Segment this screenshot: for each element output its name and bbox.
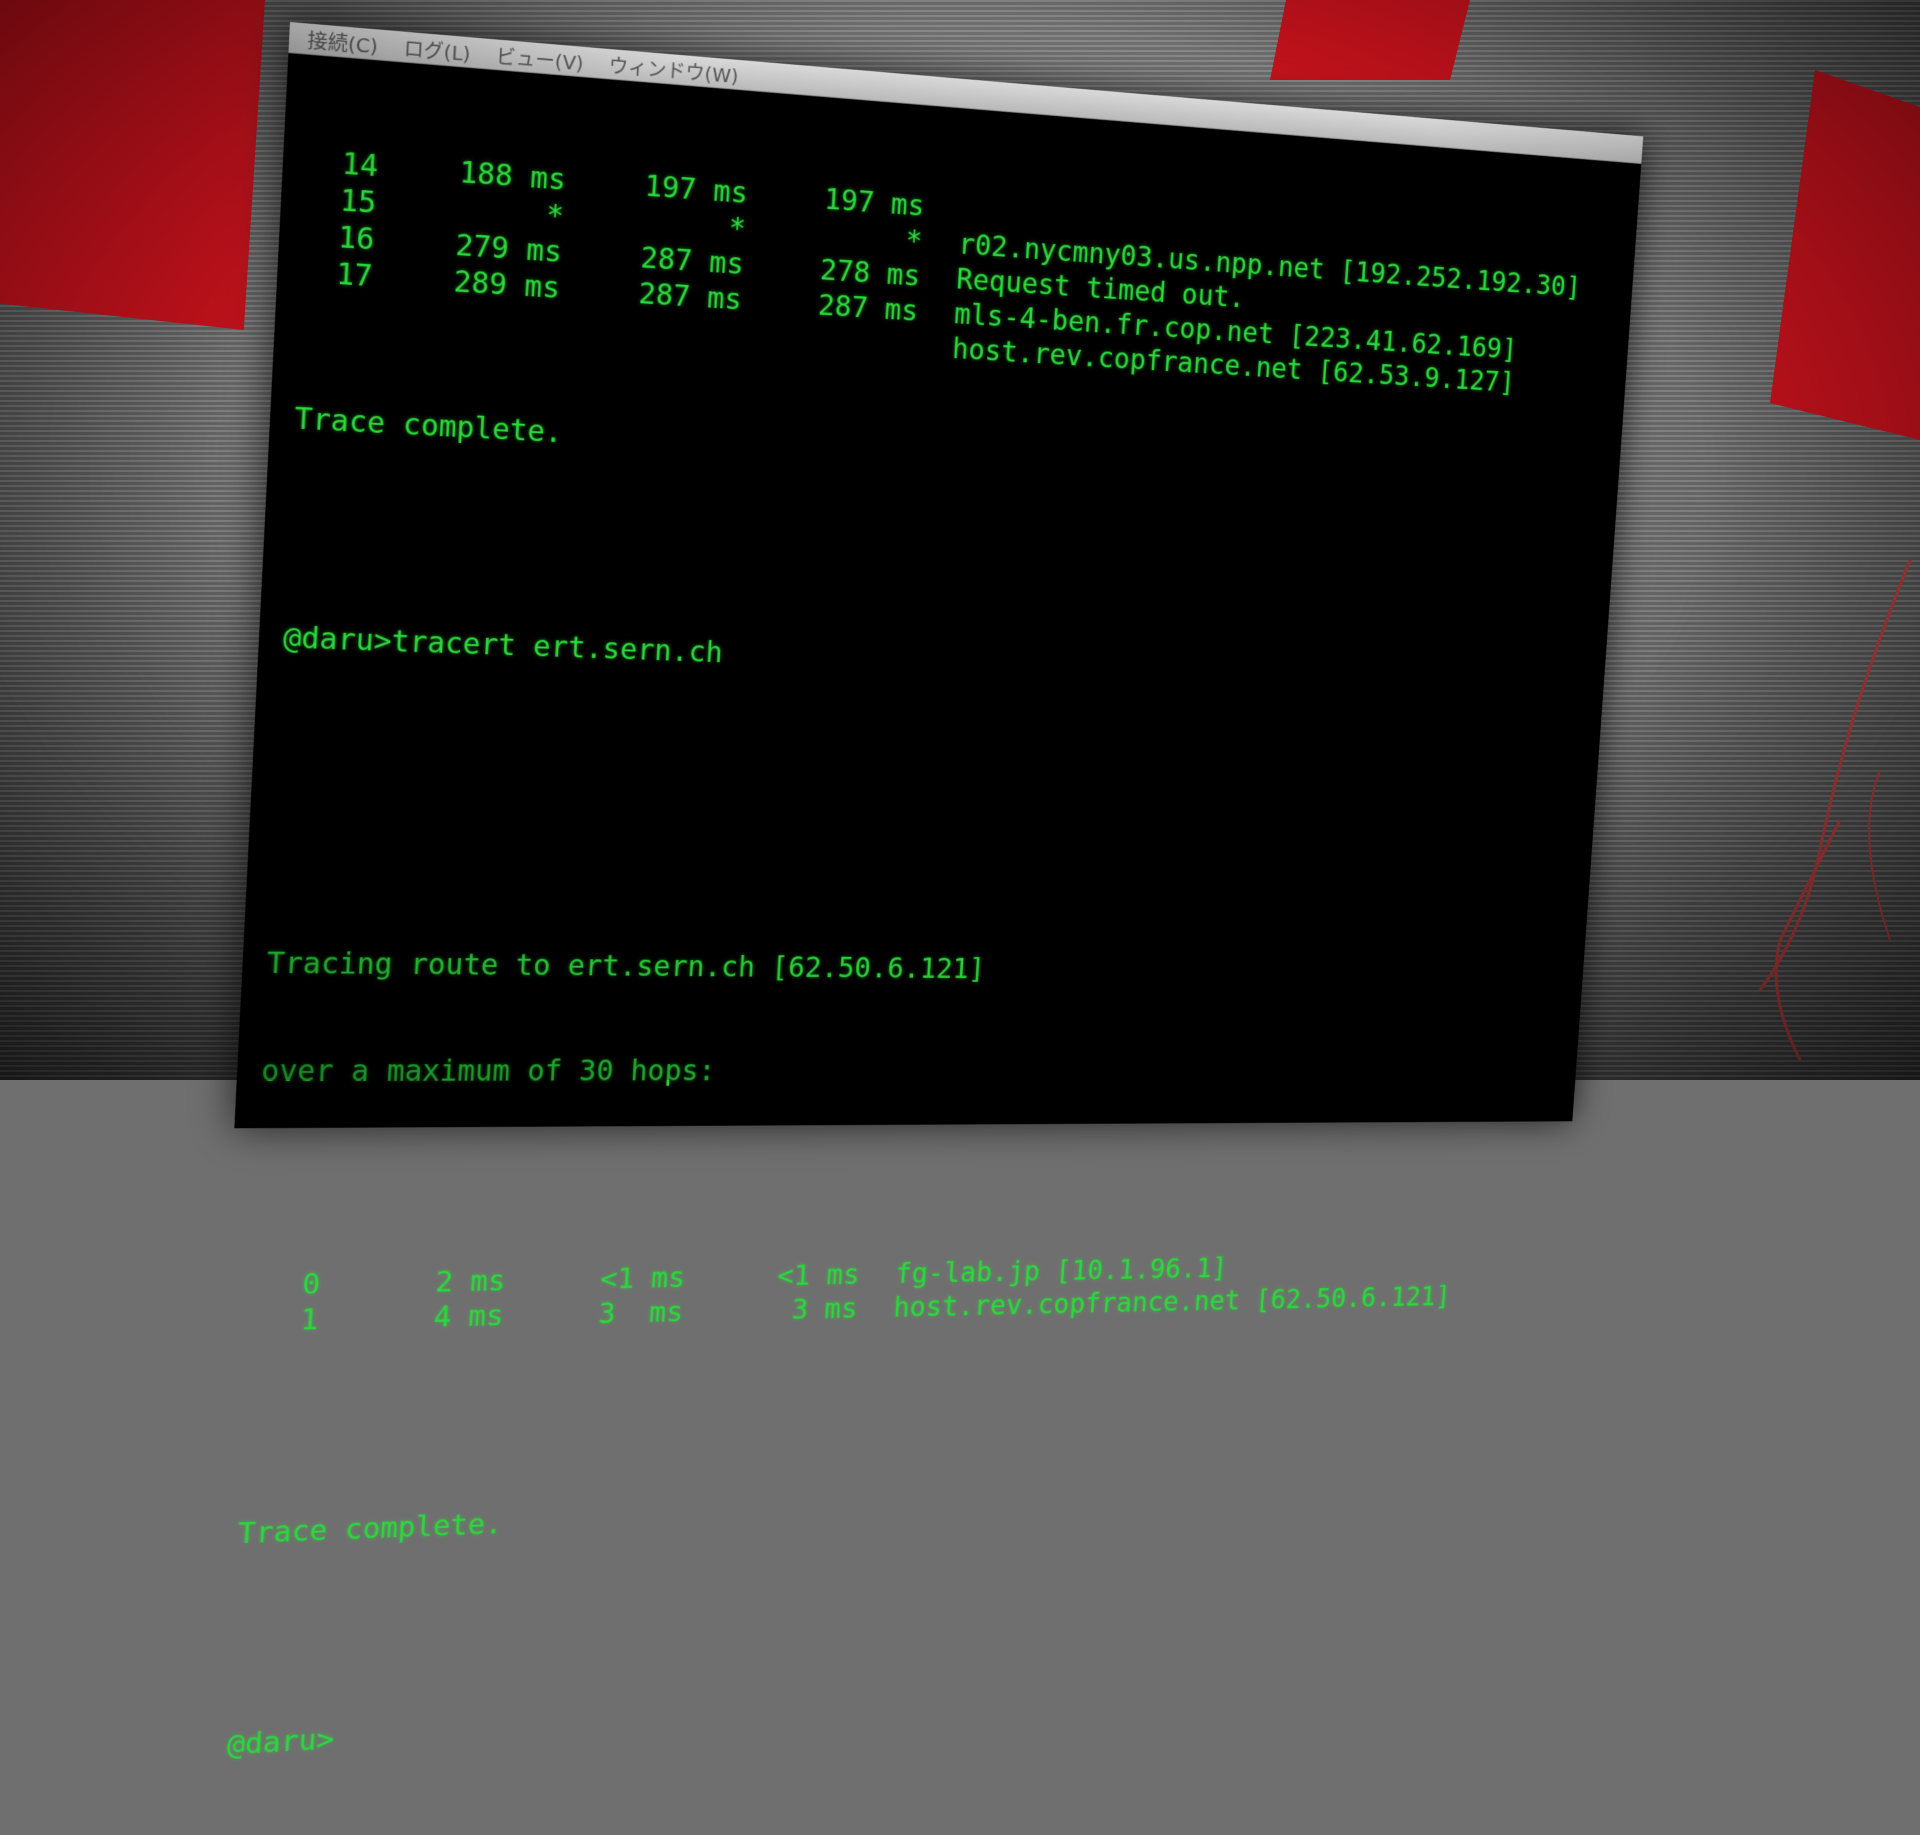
tracert-command: @daru>tracert ert.sern.ch: [282, 620, 724, 670]
trace-complete-text: Trace complete.: [236, 1507, 504, 1551]
hop-number: 16: [337, 220, 376, 258]
hop-number: [299, 291, 371, 332]
hop-time-2: 3 ms: [597, 1296, 684, 1331]
max-hops-line: over a maximum of 30 hops:: [260, 1054, 717, 1089]
hop-time-1: 2 ms: [434, 1264, 507, 1300]
hop-number: 17: [335, 257, 374, 295]
hop-number: 0: [301, 1267, 321, 1302]
tracing-route-line: Tracing route to ert.sern.ch [62.50.6.12…: [265, 946, 986, 986]
menu-connect[interactable]: 接続(C): [307, 24, 379, 59]
hop-time-3: 3 ms: [790, 1292, 859, 1327]
terminal-window[interactable]: 接続(C) ログ(L) ビュー(V) ウィンドウ(W) 14 188 ms 197 …: [226, 22, 1644, 1762]
hop-time-3: <1 ms: [776, 1258, 861, 1293]
menu-log[interactable]: ログ(L): [403, 32, 471, 66]
hop-number: 14: [340, 146, 379, 185]
hop-time-1: 4 ms: [432, 1299, 505, 1335]
current-hops: 02 ms <1 ms <1 ms fg-lab.jp [10.1.96.1] 1 4 m…: [248, 1247, 1544, 1340]
previous-hops: 14 188 ms 197 ms 197 ms 15 * * * r02.nycmny03.us…: [299, 143, 1616, 405]
hop-number: 15: [338, 183, 378, 221]
hop-number: 1: [299, 1303, 320, 1338]
hop-time-2: <1 ms: [599, 1261, 686, 1297]
terminal-output[interactable]: 14 188 ms 197 ms 197 ms 15 * * * r02.nycmny03.us…: [226, 53, 1642, 1762]
command-prompt[interactable]: @daru>: [226, 1659, 1514, 1763]
trace-complete-text: Trace complete.: [293, 401, 564, 451]
hop-host: [923, 189, 962, 227]
